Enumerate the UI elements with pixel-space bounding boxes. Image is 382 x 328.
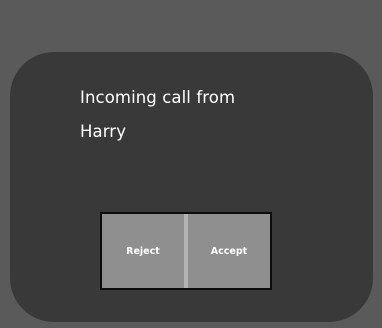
incoming-call-dialog: Incoming call from Harry Reject Accept [10,52,373,322]
caller-name: Harry [80,122,127,141]
call-action-buttons: Reject Accept [100,212,272,290]
accept-button[interactable]: Accept [188,214,270,288]
incoming-call-text: Incoming call from [80,88,236,107]
reject-button[interactable]: Reject [102,214,184,288]
